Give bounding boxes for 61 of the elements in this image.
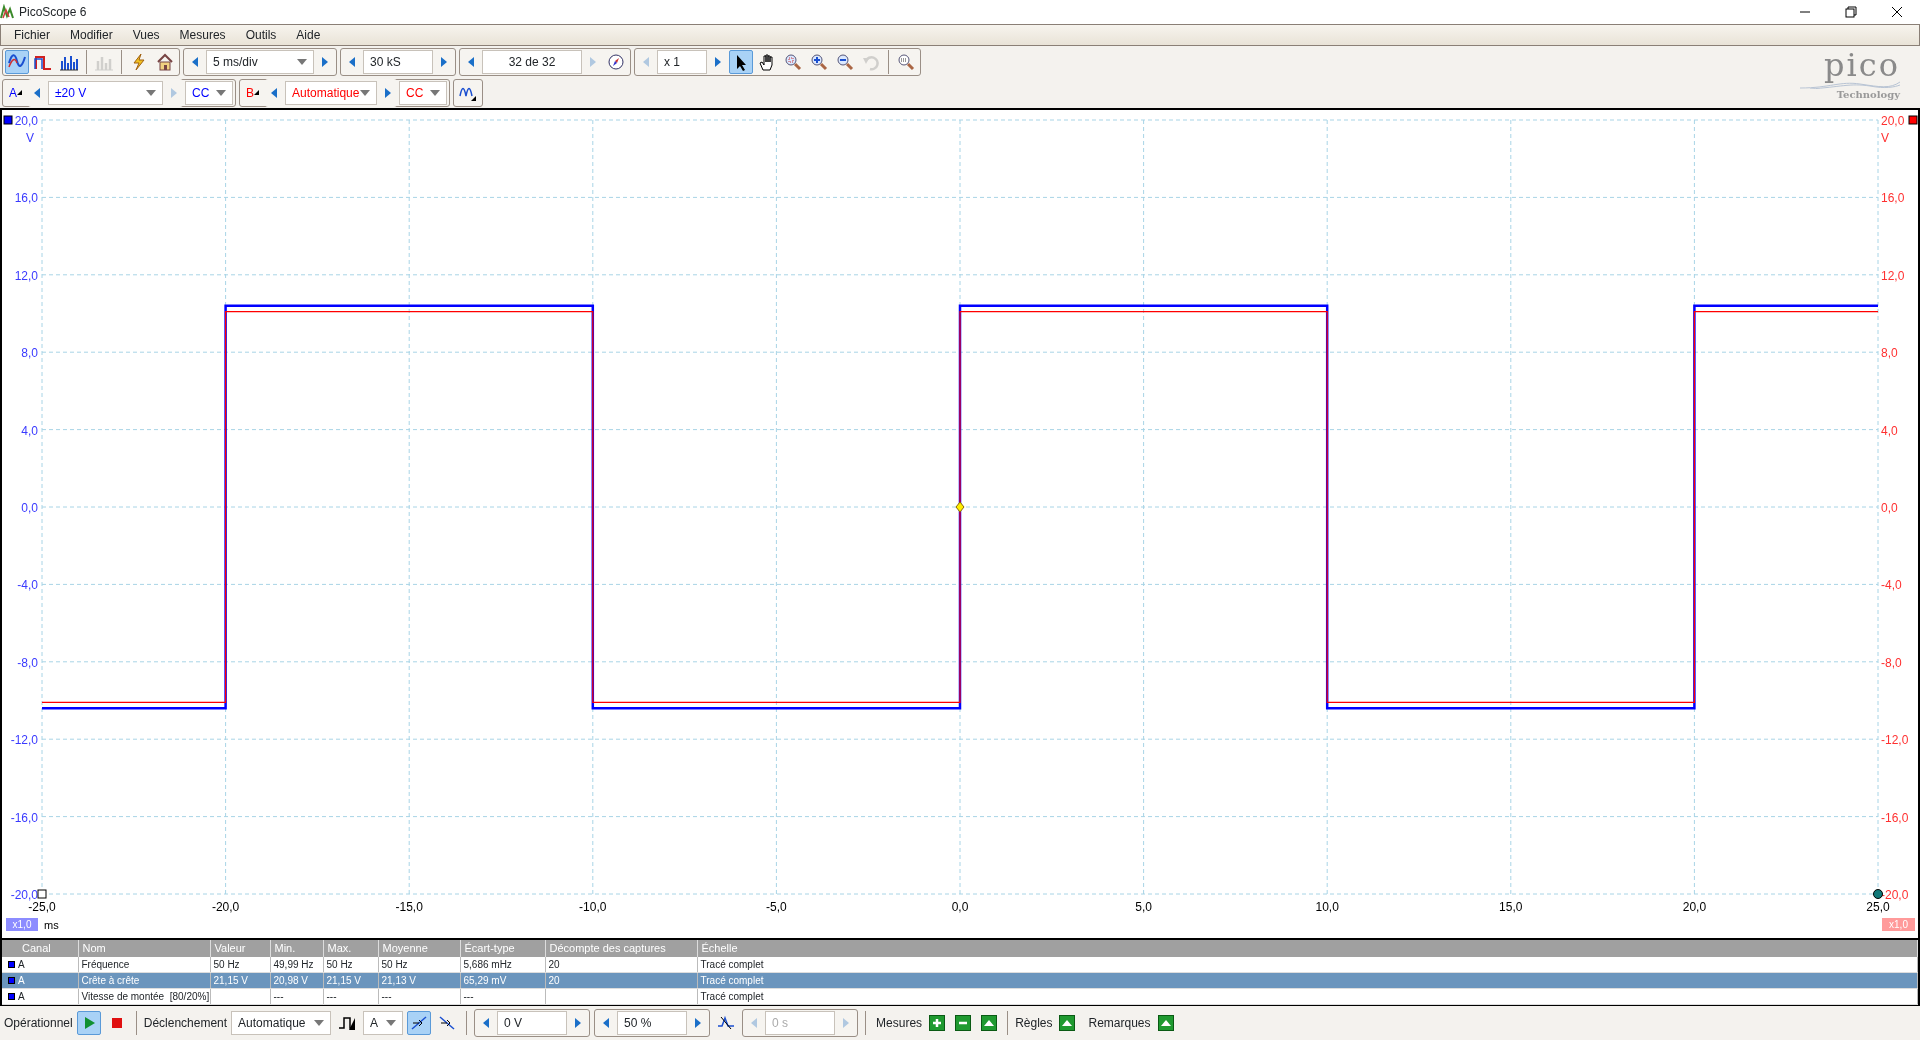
axis-label: 8,0	[21, 346, 38, 361]
axis-label: -10,0	[579, 900, 607, 914]
rulers-label: Règles	[1015, 1015, 1053, 1032]
axis-label: 4,0	[1881, 423, 1898, 438]
axis-label: 20,0	[1881, 114, 1905, 128]
axis-label: -16,0	[10, 810, 38, 825]
table-cell: 50 Hz	[323, 956, 378, 973]
table-cell: Tracé complet	[697, 956, 1918, 973]
axis-label: 16,0	[14, 191, 38, 206]
axis-label: -20,0	[211, 900, 240, 914]
axis-label: 0,0	[1881, 501, 1898, 515]
axis-unit: ms	[44, 919, 59, 931]
axis-label: -16,0	[1881, 810, 1909, 825]
axis-label: -12,0	[1881, 733, 1909, 748]
table-cell: 20	[545, 956, 697, 973]
axis-label: -8,0	[1881, 655, 1902, 670]
axis-label: 25,0	[1866, 900, 1890, 914]
notes-label: Remarques	[1088, 1015, 1151, 1032]
axis-label: -12,0	[10, 733, 38, 748]
axis-label: -20,0	[10, 888, 38, 902]
axis-label: 12,0	[14, 268, 38, 283]
table-cell: ---	[460, 988, 545, 1005]
axis-label: 0,0	[21, 501, 38, 515]
table-cell: ---	[270, 988, 323, 1005]
axis-label: -25,0	[28, 900, 56, 914]
table-cell-text: A	[18, 990, 25, 1004]
trigger-label: Déclenchement	[143, 1015, 228, 1032]
axis-unit: V	[26, 131, 34, 145]
axis-label: -4,0	[1881, 578, 1902, 593]
window-title: PicoScope 6	[19, 4, 88, 21]
axis-label: -4,0	[17, 578, 38, 593]
logo-tagline: Technology	[1836, 89, 1900, 100]
axis-label: 4,0	[21, 423, 38, 438]
logo-text: pico	[1824, 49, 1900, 81]
axis-label: 20,0	[1682, 900, 1707, 914]
table-cell: Fréquence	[78, 956, 210, 973]
status-label: Opérationnel	[4, 1015, 73, 1032]
table-cell: Vitesse de montée [80/20%]	[78, 988, 210, 1005]
axis-label: -8,0	[17, 655, 38, 670]
axis-label: 12,0	[1881, 268, 1905, 283]
table-cell: 5,686 mHz	[460, 956, 545, 973]
axis-label: 15,0	[1499, 900, 1523, 914]
axis-label: -5,0	[766, 900, 787, 914]
axis-label: 20,0	[14, 114, 38, 128]
table-cell: 50 Hz	[378, 956, 460, 973]
table-cell: ---	[323, 988, 378, 1005]
axis-label: 16,0	[1881, 191, 1905, 206]
axis-label: 8,0	[1881, 346, 1898, 361]
axis-label: 5,0	[1135, 900, 1152, 914]
table-cell-text: A	[18, 974, 25, 988]
table-cell-text: A	[18, 957, 25, 972]
table-cell: 49,99 Hz	[270, 956, 323, 973]
axis-label: 10,0	[1315, 900, 1339, 914]
table-cell: 50 Hz	[210, 956, 270, 973]
measures-label: Mesures	[876, 1015, 923, 1032]
axis-unit: V	[1881, 131, 1889, 145]
table-cell: Tracé complet	[697, 988, 1918, 1005]
axis-label: 0,0	[951, 900, 969, 914]
table-cell: ---	[378, 988, 460, 1005]
axis-label: -20,0	[1881, 888, 1909, 902]
axis-label: -15,0	[395, 900, 423, 914]
